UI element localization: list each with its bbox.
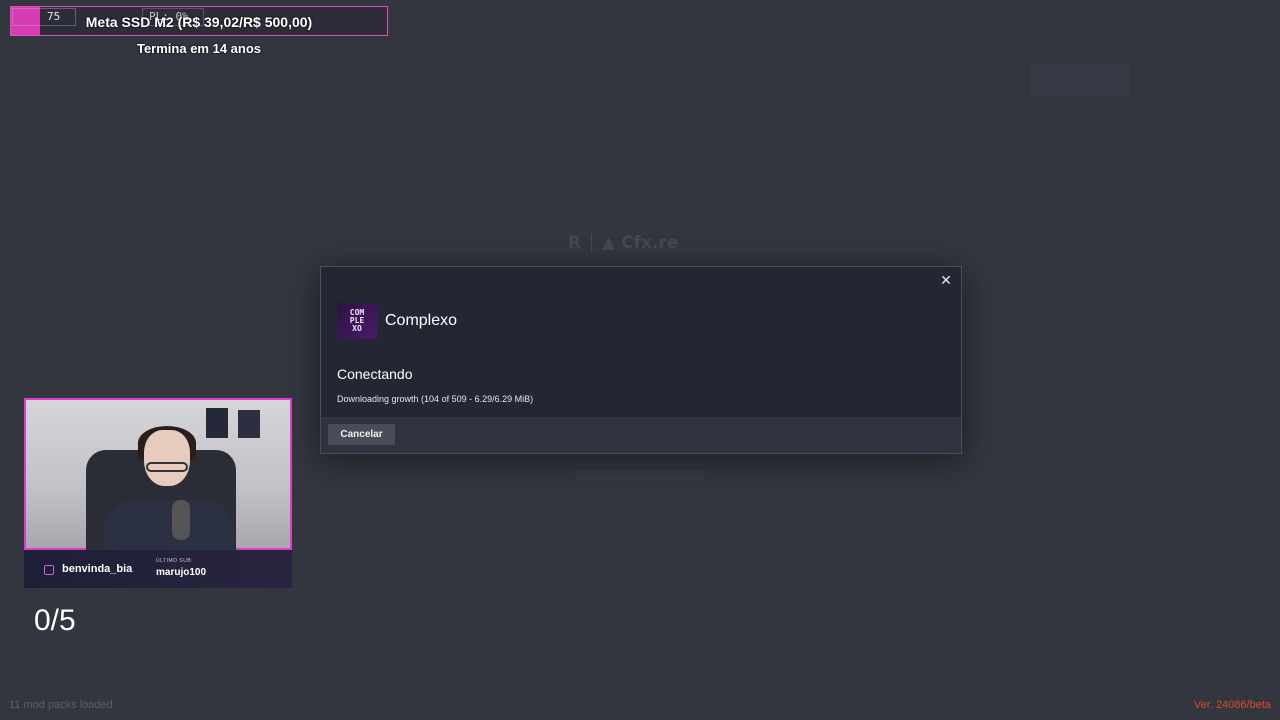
streamer-body — [104, 500, 234, 552]
connecting-dialog: ✕ COM PLE XO Complexo Conectando Downloadi… — [320, 266, 962, 454]
mods-loaded-status: 11 mod packs loaded — [9, 699, 113, 711]
version-label: Ver. 24086/beta — [1193, 699, 1271, 711]
server-name: Complexo — [385, 312, 458, 329]
wall-poster — [206, 408, 228, 438]
microphone — [172, 500, 190, 540]
dialog-footer: Cancelar — [321, 417, 961, 453]
webcam-overlay: benvinda_bia ÚLTIMO SUB: marujo100 — [24, 398, 292, 588]
instagram-icon — [44, 565, 54, 575]
server-logo: COM PLE XO — [337, 303, 377, 339]
counter-text: 0/5 — [34, 604, 76, 637]
server-logo-text: COM PLE XO — [349, 308, 365, 333]
last-sub-label: ÚLTIMO SUB: — [156, 558, 194, 564]
close-icon[interactable]: ✕ — [937, 271, 955, 289]
cfx-logo-icon: ▲ Cfx.re — [602, 233, 679, 253]
background-brand: R ▲ Cfx.re — [568, 230, 718, 256]
donation-goal-subtext: Termina em 14 anos — [136, 41, 262, 56]
packet-loss-indicator: PL: 0% — [142, 8, 204, 26]
background-button — [1030, 64, 1130, 96]
instagram-handle: benvinda_bia — [62, 563, 133, 575]
brand-divider — [591, 234, 593, 252]
fps-counter: 75 — [12, 8, 76, 26]
webcam-video — [24, 398, 292, 552]
connection-status-detail: Downloading growth (104 of 509 - 6.29/6.… — [337, 394, 534, 404]
connection-status-title: Conectando — [337, 366, 413, 382]
streamer-face — [144, 430, 190, 486]
last-sub-name: marujo100 — [156, 567, 207, 578]
webcam-info-bar: benvinda_bia ÚLTIMO SUB: marujo100 — [24, 550, 292, 588]
background-faint-text — [575, 470, 705, 480]
wall-poster — [238, 410, 260, 438]
cancel-button[interactable]: Cancelar — [328, 424, 395, 445]
glasses — [146, 462, 188, 472]
fivem-launcher-screen: R ▲ Cfx.re Meta SSD M2 (R$ 39,02/R$ 500,… — [0, 0, 1280, 720]
rockstar-logo-icon: R — [568, 233, 582, 253]
server-header: COM PLE XO Complexo — [337, 303, 457, 339]
